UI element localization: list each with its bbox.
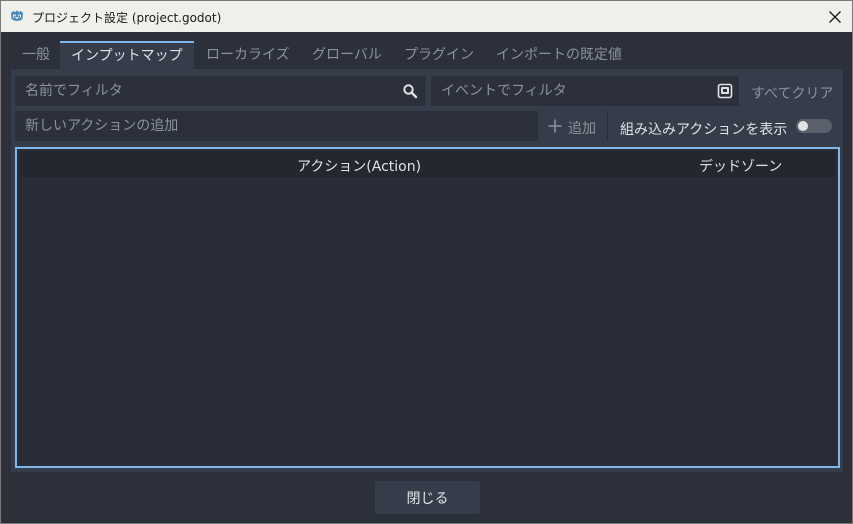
window-title: プロジェクト設定 (project.godot): [32, 11, 222, 25]
new-action-input[interactable]: [15, 111, 538, 141]
tab-globals[interactable]: グローバル: [301, 41, 393, 69]
tab-localization[interactable]: ローカライズ: [195, 41, 301, 69]
search-icon: [402, 83, 418, 99]
toggle-knob: [798, 121, 808, 131]
name-filter-input[interactable]: [15, 76, 426, 106]
project-settings-dialog: プロジェクト設定 (project.godot) 一般 インプットマップ ローカ…: [0, 0, 853, 524]
add-button-label: 追加: [568, 121, 596, 137]
divider: [607, 111, 608, 141]
table-header: アクション(Action) デッドゾーン: [19, 151, 836, 177]
godot-icon: [9, 8, 25, 24]
show-builtin-toggle[interactable]: [796, 119, 832, 133]
event-filter-input[interactable]: [431, 76, 739, 106]
column-header-deadzone[interactable]: デッドゾーン: [699, 156, 782, 176]
column-header-action[interactable]: アクション(Action): [297, 156, 421, 176]
tab-general[interactable]: 一般: [11, 41, 61, 69]
show-builtin-label: 組み込みアクションを表示: [620, 122, 788, 138]
close-button[interactable]: 閉じる: [375, 481, 480, 514]
name-filter-field[interactable]: [15, 76, 426, 106]
keyboard-icon[interactable]: [717, 83, 733, 99]
action-table[interactable]: アクション(Action) デッドゾーン: [15, 147, 840, 468]
title-bar: プロジェクト設定 (project.godot): [1, 1, 852, 32]
clear-all-button[interactable]: すべてクリア: [751, 83, 833, 103]
event-filter-field[interactable]: [431, 76, 739, 106]
tab-bar: 一般 インプットマップ ローカライズ グローバル プラグイン インポートの既定値: [11, 41, 843, 69]
input-map-panel: すべてクリア 追加 組み込みアクションを表示 アクション(Action) デッド…: [11, 69, 843, 472]
close-icon[interactable]: [818, 1, 852, 32]
tab-plugins[interactable]: プラグイン: [393, 41, 485, 69]
new-action-field[interactable]: [15, 111, 538, 141]
tab-import-defaults[interactable]: インポートの既定値: [485, 41, 633, 69]
plus-icon: [547, 118, 563, 134]
tab-input-map[interactable]: インプットマップ: [60, 41, 194, 69]
